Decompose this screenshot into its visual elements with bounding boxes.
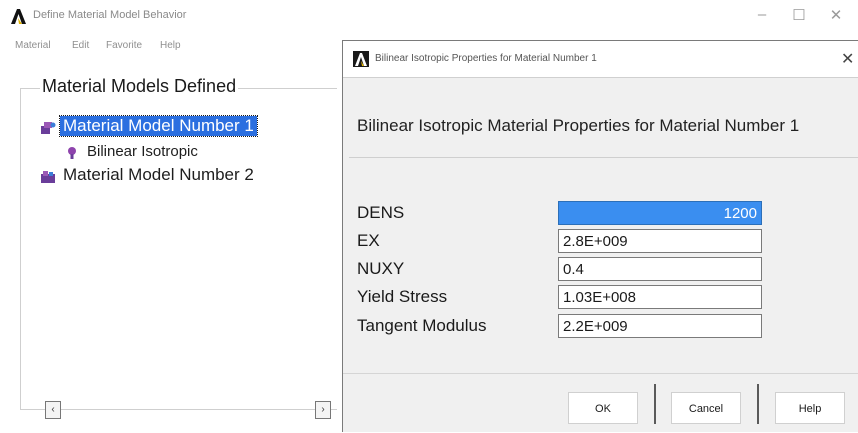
divider [757, 384, 759, 424]
dialog-body: Bilinear Isotropic Material Properties f… [343, 78, 858, 432]
dialog-titlebar: Bilinear Isotropic Properties for Materi… [343, 41, 858, 78]
menu-help[interactable]: Help [160, 40, 181, 51]
dialog-title: Bilinear Isotropic Properties for Materi… [375, 53, 597, 64]
ok-button[interactable]: OK [568, 392, 638, 424]
maximize-button[interactable]: ☐ [789, 6, 809, 24]
menu-edit[interactable]: Edit [72, 40, 89, 51]
help-button[interactable]: Help [775, 392, 845, 424]
tree-item-bilinear[interactable]: Bilinear Isotropic [64, 141, 201, 161]
prop-label-yield-stress: Yield Stress [357, 287, 448, 306]
close-button[interactable]: ✕ [826, 6, 846, 24]
yield-stress-field[interactable] [558, 285, 762, 309]
tangent-modulus-field[interactable] [558, 314, 762, 338]
dialog-button-bar: OK Cancel Help [343, 373, 858, 433]
tree-item-label: Material Model Number 2 [63, 165, 254, 184]
tree-item-label: Bilinear Isotropic [87, 143, 198, 160]
scroll-right-button[interactable]: › [315, 401, 331, 419]
minimize-button[interactable]: – [752, 6, 772, 23]
prop-label-dens: DENS [357, 203, 405, 222]
tree-item-model-2[interactable]: Material Model Number 2 [40, 165, 257, 185]
dialog-close-button[interactable]: ✕ [841, 49, 854, 69]
window-title: Define Material Model Behavior [33, 9, 187, 21]
prop-label-nuxy: NUXY [357, 259, 405, 278]
menu-material[interactable]: Material [15, 40, 51, 51]
divider [654, 384, 656, 424]
property-icon [64, 145, 80, 159]
nuxy-field[interactable] [558, 257, 762, 281]
prop-label-ex: EX [357, 231, 380, 250]
material-models-group [20, 88, 337, 410]
material-models-title: Material Models Defined [40, 76, 239, 97]
ansys-logo-icon [353, 51, 369, 67]
tree-item-label: Material Model Number 1 [59, 115, 258, 137]
ansys-logo-icon [9, 7, 27, 25]
material-model-icon [40, 169, 56, 183]
properties-dialog: Bilinear Isotropic Properties for Materi… [342, 40, 858, 432]
material-model-icon [40, 120, 56, 134]
scroll-left-button[interactable]: ‹ [45, 401, 61, 419]
divider [349, 157, 858, 158]
tree-item-model-1[interactable]: Material Model Number 1 [40, 115, 258, 137]
cancel-button[interactable]: Cancel [671, 392, 741, 424]
dialog-heading: Bilinear Isotropic Material Properties f… [357, 116, 800, 135]
ex-field[interactable] [558, 229, 762, 253]
main-titlebar: Define Material Model Behavior – ☐ ✕ [0, 0, 858, 34]
dens-field[interactable] [558, 201, 762, 225]
prop-label-tangent-modulus: Tangent Modulus [357, 316, 487, 335]
menu-favorite[interactable]: Favorite [106, 40, 142, 51]
